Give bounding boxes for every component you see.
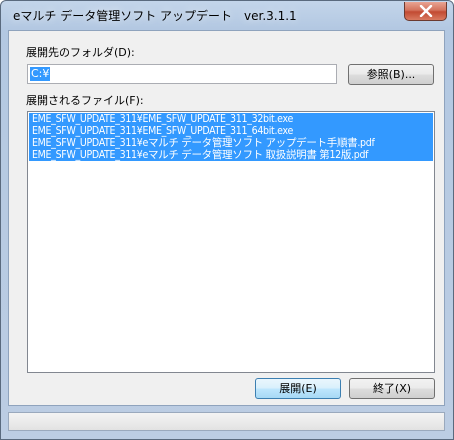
folder-label: 展開先のフォルダ(D): bbox=[26, 46, 135, 59]
folder-path-input[interactable]: C:¥ bbox=[27, 64, 337, 84]
title-bar[interactable]: eマルチ データ管理ソフト アップデート ver.3.1.1 bbox=[1, 1, 453, 29]
list-item[interactable]: EME_SFW_UPDATE_311¥EME_SFW_UPDATE_311_32… bbox=[29, 113, 433, 125]
files-label: 展開されるファイル(F): bbox=[26, 94, 144, 107]
list-item[interactable]: EME_SFW_UPDATE_311¥eマルチ データ管理ソフト アップデート手… bbox=[29, 137, 433, 149]
dialog-window: eマルチ データ管理ソフト アップデート ver.3.1.1 展開先のフォルダ(… bbox=[0, 0, 454, 440]
status-bar bbox=[8, 412, 445, 431]
extract-button[interactable]: 展開(E) bbox=[255, 378, 341, 399]
folder-path-value: C:¥ bbox=[30, 67, 51, 81]
file-list[interactable]: EME_SFW_UPDATE_311¥EME_SFW_UPDATE_311_32… bbox=[27, 111, 435, 373]
dialog-body: 展開先のフォルダ(D): C:¥ 参照(B)... 展開されるファイル(F): … bbox=[8, 30, 445, 406]
list-item[interactable]: EME_SFW_UPDATE_311¥eマルチ データ管理ソフト 取扱説明書 第… bbox=[29, 149, 433, 161]
browse-button[interactable]: 参照(B)... bbox=[348, 64, 434, 85]
close-button[interactable] bbox=[404, 2, 447, 21]
window-title: eマルチ データ管理ソフト アップデート ver.3.1.1 bbox=[13, 9, 297, 23]
close-icon bbox=[419, 5, 433, 17]
list-item[interactable]: EME_SFW_UPDATE_311¥EME_SFW_UPDATE_311_64… bbox=[29, 125, 433, 137]
exit-button[interactable]: 終了(X) bbox=[349, 378, 435, 399]
